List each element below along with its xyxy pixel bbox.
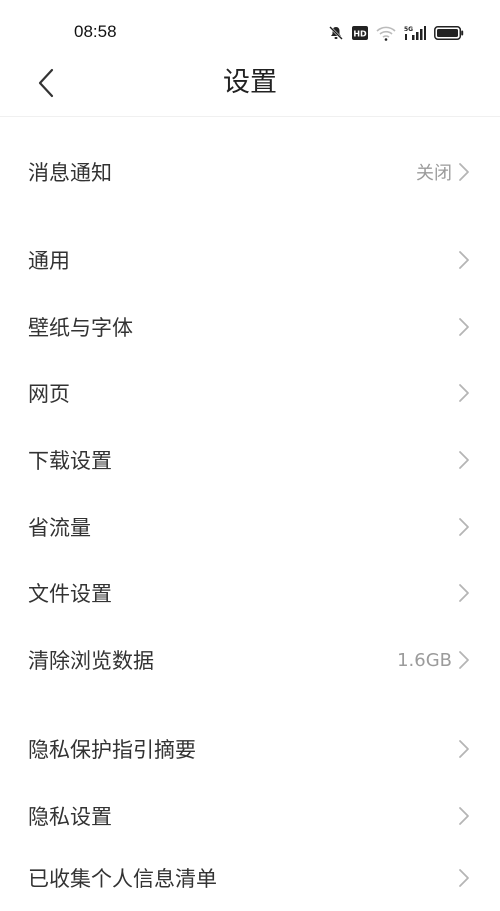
wifi-icon: [376, 26, 396, 41]
status-icons: HD 5G: [328, 22, 464, 44]
status-time: 08:58: [74, 22, 117, 41]
settings-row-download[interactable]: 下载设置: [0, 427, 500, 493]
page-title: 设置: [223, 67, 277, 98]
hd-icon: HD: [352, 26, 368, 40]
svg-text:5G: 5G: [404, 26, 413, 33]
battery-icon: [434, 26, 464, 40]
settings-row-notifications[interactable]: 消息通知 关闭: [0, 139, 500, 205]
chevron-right-icon: [459, 651, 469, 669]
row-label: 通用: [28, 249, 70, 273]
row-label: 文件设置: [28, 582, 112, 606]
settings-row-webpage[interactable]: 网页: [0, 360, 500, 426]
chevron-right-icon: [459, 869, 469, 887]
row-value: 关闭: [416, 163, 452, 184]
settings-row-general[interactable]: 通用: [0, 227, 500, 293]
row-label: 省流量: [28, 516, 91, 540]
svg-text:HD: HD: [353, 30, 367, 39]
row-label: 已收集个人信息清单: [28, 867, 217, 891]
row-label: 下载设置: [28, 449, 112, 473]
chevron-right-icon: [459, 318, 469, 336]
settings-row-clear-data[interactable]: 清除浏览数据 1.6GB: [0, 627, 500, 693]
mute-bell-icon: [329, 26, 343, 40]
row-label: 清除浏览数据: [28, 649, 154, 673]
chevron-right-icon: [459, 251, 469, 269]
row-value: 1.6GB: [397, 649, 452, 671]
status-bar: 08:58 HD 5G: [0, 0, 500, 66]
row-label: 隐私设置: [28, 805, 112, 829]
chevron-right-icon: [459, 163, 469, 181]
row-label: 隐私保护指引摘要: [28, 738, 196, 762]
settings-row-wallpaper-font[interactable]: 壁纸与字体: [0, 294, 500, 360]
header-divider: [0, 116, 500, 117]
settings-row-collected-info[interactable]: 已收集个人信息清单: [0, 845, 500, 911]
chevron-right-icon: [459, 584, 469, 602]
row-label: 壁纸与字体: [28, 316, 133, 340]
chevron-right-icon: [459, 451, 469, 469]
settings-row-file[interactable]: 文件设置: [0, 560, 500, 626]
settings-row-data-saver[interactable]: 省流量: [0, 494, 500, 560]
row-label: 消息通知: [28, 161, 112, 185]
row-label: 网页: [28, 382, 70, 406]
settings-row-privacy-guide[interactable]: 隐私保护指引摘要: [0, 716, 500, 782]
chevron-right-icon: [459, 740, 469, 758]
nav-bar: 设置: [0, 66, 500, 116]
chevron-right-icon: [459, 518, 469, 536]
signal-5g-icon: 5G: [404, 26, 426, 40]
chevron-right-icon: [459, 807, 469, 825]
chevron-right-icon: [459, 384, 469, 402]
settings-row-privacy-settings[interactable]: 隐私设置: [0, 783, 500, 849]
